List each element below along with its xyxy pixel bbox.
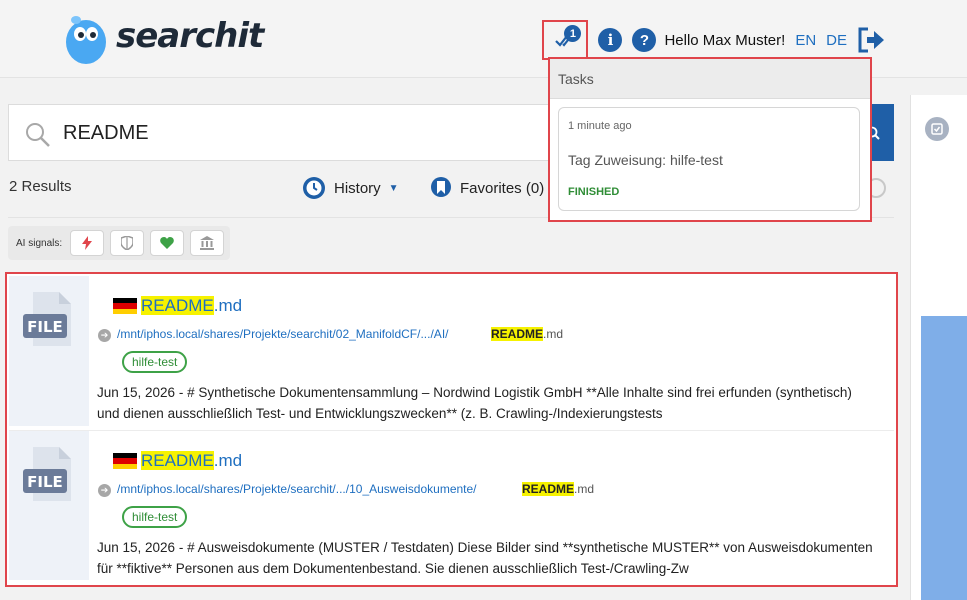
help-icon[interactable]: ? — [632, 28, 657, 52]
file-icon-label: FILE — [27, 473, 63, 491]
result-filename-highlight: README — [491, 327, 544, 341]
results-list: FILE README.md ➔ /mnt/iphos.local/shares… — [5, 272, 898, 587]
file-icon-label: FILE — [27, 318, 63, 336]
german-flag-icon — [113, 298, 137, 314]
results-count: 2 Results — [9, 178, 72, 195]
german-flag-icon — [113, 453, 137, 469]
history-label: History — [334, 179, 381, 197]
tag-chip[interactable]: hilfe-test — [122, 506, 188, 528]
heart-icon — [160, 237, 174, 249]
task-list-icon[interactable] — [925, 117, 949, 141]
result-path-link[interactable]: /mnt/iphos.local/shares/Projekte/searchi… — [117, 482, 477, 496]
logout-icon[interactable] — [857, 27, 885, 53]
history-icon — [303, 177, 325, 199]
result-path-link[interactable]: /mnt/iphos.local/shares/Projekte/searchi… — [117, 327, 448, 341]
search-input[interactable] — [63, 115, 543, 151]
task-status: FINISHED — [568, 186, 620, 198]
favorites-label: Favorites (0) — [460, 179, 545, 197]
tag-chip[interactable]: hilfe-test — [122, 351, 188, 373]
result-snippet: Jun 15, 2026 - # Synthetische Dokumenten… — [97, 385, 852, 421]
file-type-column: FILE — [9, 431, 89, 580]
result-item[interactable]: FILE README.md ➔ /mnt/iphos.local/shares… — [9, 430, 894, 580]
checkbox-icon — [931, 123, 943, 135]
shield-icon — [121, 236, 134, 250]
result-filename-highlight: README — [522, 482, 575, 496]
file-icon: FILE — [23, 292, 71, 346]
task-title: Tag Zuweisung: hilfe-test — [568, 152, 723, 168]
bank-icon — [200, 236, 215, 250]
tasks-button[interactable]: 1 — [542, 20, 589, 60]
ai-signals-bar: AI signals: — [8, 226, 230, 260]
file-type-column: FILE — [9, 276, 89, 426]
ai-signals-label: AI signals: — [16, 237, 63, 249]
tasks-popup-header: Tasks — [550, 59, 870, 99]
result-title-link[interactable]: README.md — [141, 296, 242, 316]
arrow-right-icon: ➔ — [98, 484, 111, 497]
logo-text: searchit — [116, 16, 264, 56]
history-dropdown[interactable]: History ▼ — [302, 176, 399, 200]
bookmark-icon — [431, 177, 451, 197]
task-item[interactable]: 1 minute ago Tag Zuweisung: hilfe-test F… — [558, 107, 860, 211]
searchit-logo[interactable]: searchit — [62, 8, 302, 66]
result-title-highlight: README — [141, 296, 214, 315]
arrow-right-icon: ➔ — [98, 329, 111, 342]
tasks-count-badge: 1 — [564, 25, 582, 42]
file-icon: FILE — [23, 447, 71, 501]
result-title-ext: .md — [213, 296, 243, 315]
lang-de-link[interactable]: DE — [826, 32, 847, 49]
result-snippet: Jun 15, 2026 - # Ausweisdokumente (MUSTE… — [97, 540, 873, 576]
chevron-down-icon: ▼ — [388, 182, 399, 194]
favorites-button[interactable]: Favorites (0) — [430, 176, 544, 200]
ai-signal-shield[interactable] — [110, 230, 145, 256]
info-icon[interactable]: i — [598, 28, 623, 52]
result-filename: README.md — [491, 327, 563, 341]
result-filename-ext: .md — [543, 327, 564, 341]
search-icon — [26, 123, 50, 147]
ai-signal-bank[interactable] — [190, 230, 225, 256]
tasks-popup: Tasks 1 minute ago Tag Zuweisung: hilfe-… — [548, 57, 872, 222]
ai-signal-heart[interactable] — [150, 230, 185, 256]
right-side-panel — [910, 95, 967, 600]
lightning-icon — [82, 236, 93, 250]
result-item[interactable]: FILE README.md ➔ /mnt/iphos.local/shares… — [9, 276, 894, 426]
mascot-icon — [66, 16, 106, 64]
ai-signal-lightning[interactable] — [70, 230, 105, 256]
task-time: 1 minute ago — [568, 120, 632, 132]
result-filename: README.md — [522, 482, 594, 496]
result-title-ext: .md — [213, 451, 243, 470]
user-greeting: Hello Max Muster! — [664, 31, 786, 49]
result-title-highlight: README — [141, 451, 214, 470]
result-title-link[interactable]: README.md — [141, 451, 242, 471]
side-panel-scrollbar[interactable] — [921, 316, 967, 600]
lang-en-link[interactable]: EN — [795, 32, 816, 49]
result-filename-ext: .md — [574, 482, 595, 496]
